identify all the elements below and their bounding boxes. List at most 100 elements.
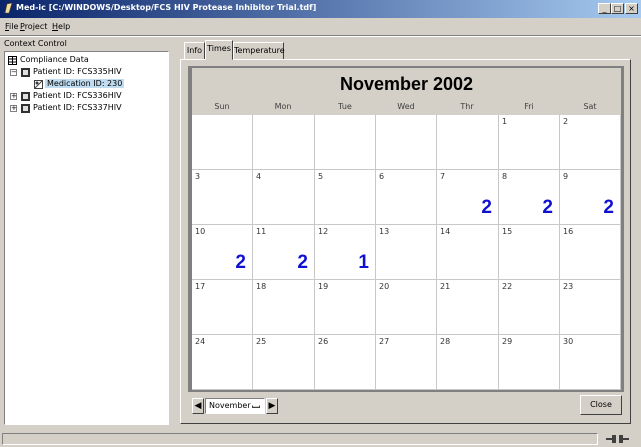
minimize-button[interactable]: _ [598,3,611,14]
month-select[interactable]: November [205,398,265,414]
calendar-month-title: November 2002 [339,74,474,94]
calendar-day-cell[interactable] [437,115,499,170]
day-number: 18 [256,282,267,291]
calendar-day-cell[interactable]: 20 [376,280,437,335]
calendar-day-cell[interactable]: 25 [253,335,315,390]
tree-item-patient-fcs335hiv[interactable]: − Patient ID: FCS335HIV [8,67,168,78]
prev-month-button[interactable]: ◀ [192,398,204,414]
patient-icon [21,68,30,77]
calendar-day-cell[interactable]: 29 [499,335,560,390]
tree-item-medication-230[interactable]: Medication ID: 230 [34,79,134,90]
calendar-day-cell[interactable]: 26 [315,335,376,390]
day-number: 13 [379,227,390,236]
day-number: 29 [502,337,513,346]
day-number: 11 [256,227,267,236]
calendar-day-cell[interactable]: 14 [437,225,499,280]
menu-file-label: ile [9,22,19,31]
calendar-day-cell[interactable]: 22 [499,280,560,335]
tab-temperature[interactable]: Temperature [233,42,285,60]
day-number: 19 [318,282,329,291]
calendar-day-cell[interactable]: 13 [376,225,437,280]
status-text [2,433,598,445]
calendar-day-cell[interactable]: 10 2 [192,225,253,280]
calendar-day-cell[interactable]: 4 [253,170,315,225]
calendar-day-cell[interactable]: 12 1 [315,225,376,280]
calendar-day-cell[interactable]: 17 [192,280,253,335]
grid-icon [8,56,17,65]
dose-count: 2 [603,197,614,218]
tree-item-patient-fcs336hiv[interactable]: + Patient ID: FCS336HIV [8,91,168,102]
day-number: 5 [318,172,324,181]
menu-separator [0,35,641,37]
expand-toggle[interactable]: + [10,93,17,100]
calendar-day-cell[interactable]: 92 [560,170,621,225]
calendar-day-cell[interactable] [192,115,253,170]
day-number: 6 [379,172,385,181]
tab-info[interactable]: Info [184,42,205,60]
close-window-button[interactable]: × [625,3,638,14]
calendar-day-cell[interactable] [253,115,315,170]
dose-count: 2 [542,197,553,218]
day-number: 25 [256,337,267,346]
menu-file[interactable]: File [5,22,18,31]
day-number: 14 [440,227,451,236]
calendar-day-cell[interactable]: 3 [192,170,253,225]
tree-label: Compliance Data [20,55,89,64]
calendar-day-cell[interactable]: 82 [499,170,560,225]
day-number: 15 [502,227,513,236]
dose-count: 1 [358,252,369,273]
menu-project[interactable]: Project [20,22,47,31]
next-month-button[interactable]: ▶ [266,398,278,414]
dose-count: 2 [235,252,246,273]
calendar-day-cell[interactable]: 27 [376,335,437,390]
calendar-day-cell[interactable]: 23 [560,280,621,335]
calendar-day-cell[interactable] [315,115,376,170]
dropdown-icon [252,405,260,408]
day-number: 27 [379,337,390,346]
context-tree[interactable]: Compliance Data − Patient ID: FCS335HIV … [4,51,169,425]
maximize-button[interactable]: □ [611,3,624,14]
day-number: 10 [195,227,206,236]
calendar-day-cell[interactable]: 72 [437,170,499,225]
calendar-day-cell[interactable]: 30 [560,335,621,390]
calendar-day-cell[interactable]: 2 [560,115,621,170]
menu-help[interactable]: Help [52,22,70,31]
calendar-day-cell[interactable]: 21 [437,280,499,335]
calendar-day-cell[interactable]: 19 [315,280,376,335]
calendar-day-cell[interactable]: 18 [253,280,315,335]
calendar-day-cell[interactable]: 11 2 [253,225,315,280]
day-number: 30 [563,337,574,346]
calendar-grid: 1 2 3 4 5 6 7 2 8 2 9 2 10 2 11 2 12 1 13 14 15 16 17 18 19 20 21 2… [192,115,621,390]
expand-toggle[interactable]: + [10,105,17,112]
dose-count: 2 [481,197,492,218]
tab-times[interactable]: Times [205,40,233,60]
day-number: 21 [440,282,451,291]
day-number: 3 [195,172,201,181]
day-number: 2 [563,117,569,126]
calendar-day-cell[interactable]: 6 [376,170,437,225]
title-bar[interactable]: Med-ic [C:/WINDOWS/Desktop/FCS HIV Prote… [0,0,641,18]
weekday-label: Fri [524,102,534,111]
calendar-day-cell[interactable]: 28 [437,335,499,390]
calendar-day-cell[interactable]: 1 [499,115,560,170]
calendar-day-cell[interactable]: 5 [315,170,376,225]
calendar-day-cell[interactable]: 16 [560,225,621,280]
context-control-header: Context Control [4,39,67,48]
collapse-toggle[interactable]: − [10,69,17,76]
calendar-day-cell[interactable]: 24 [192,335,253,390]
menu-help-label: elp [58,22,71,31]
tree-item-compliance-data[interactable]: Compliance Data [8,55,168,66]
weekday-label: Wed [397,102,415,111]
day-number: 1 [502,117,508,126]
close-button[interactable]: Close [580,395,622,415]
calendar-day-cell[interactable]: 15 [499,225,560,280]
day-number: 23 [563,282,574,291]
panel-splitter[interactable] [170,38,174,428]
day-number: 12 [318,227,329,236]
connection-icon [606,435,629,443]
tree-item-patient-fcs337hiv[interactable]: + Patient ID: FCS337HIV [8,103,168,114]
day-number: 22 [502,282,513,291]
patient-icon [21,92,30,101]
weekday-label: Sat [583,102,597,111]
calendar-day-cell[interactable] [376,115,437,170]
